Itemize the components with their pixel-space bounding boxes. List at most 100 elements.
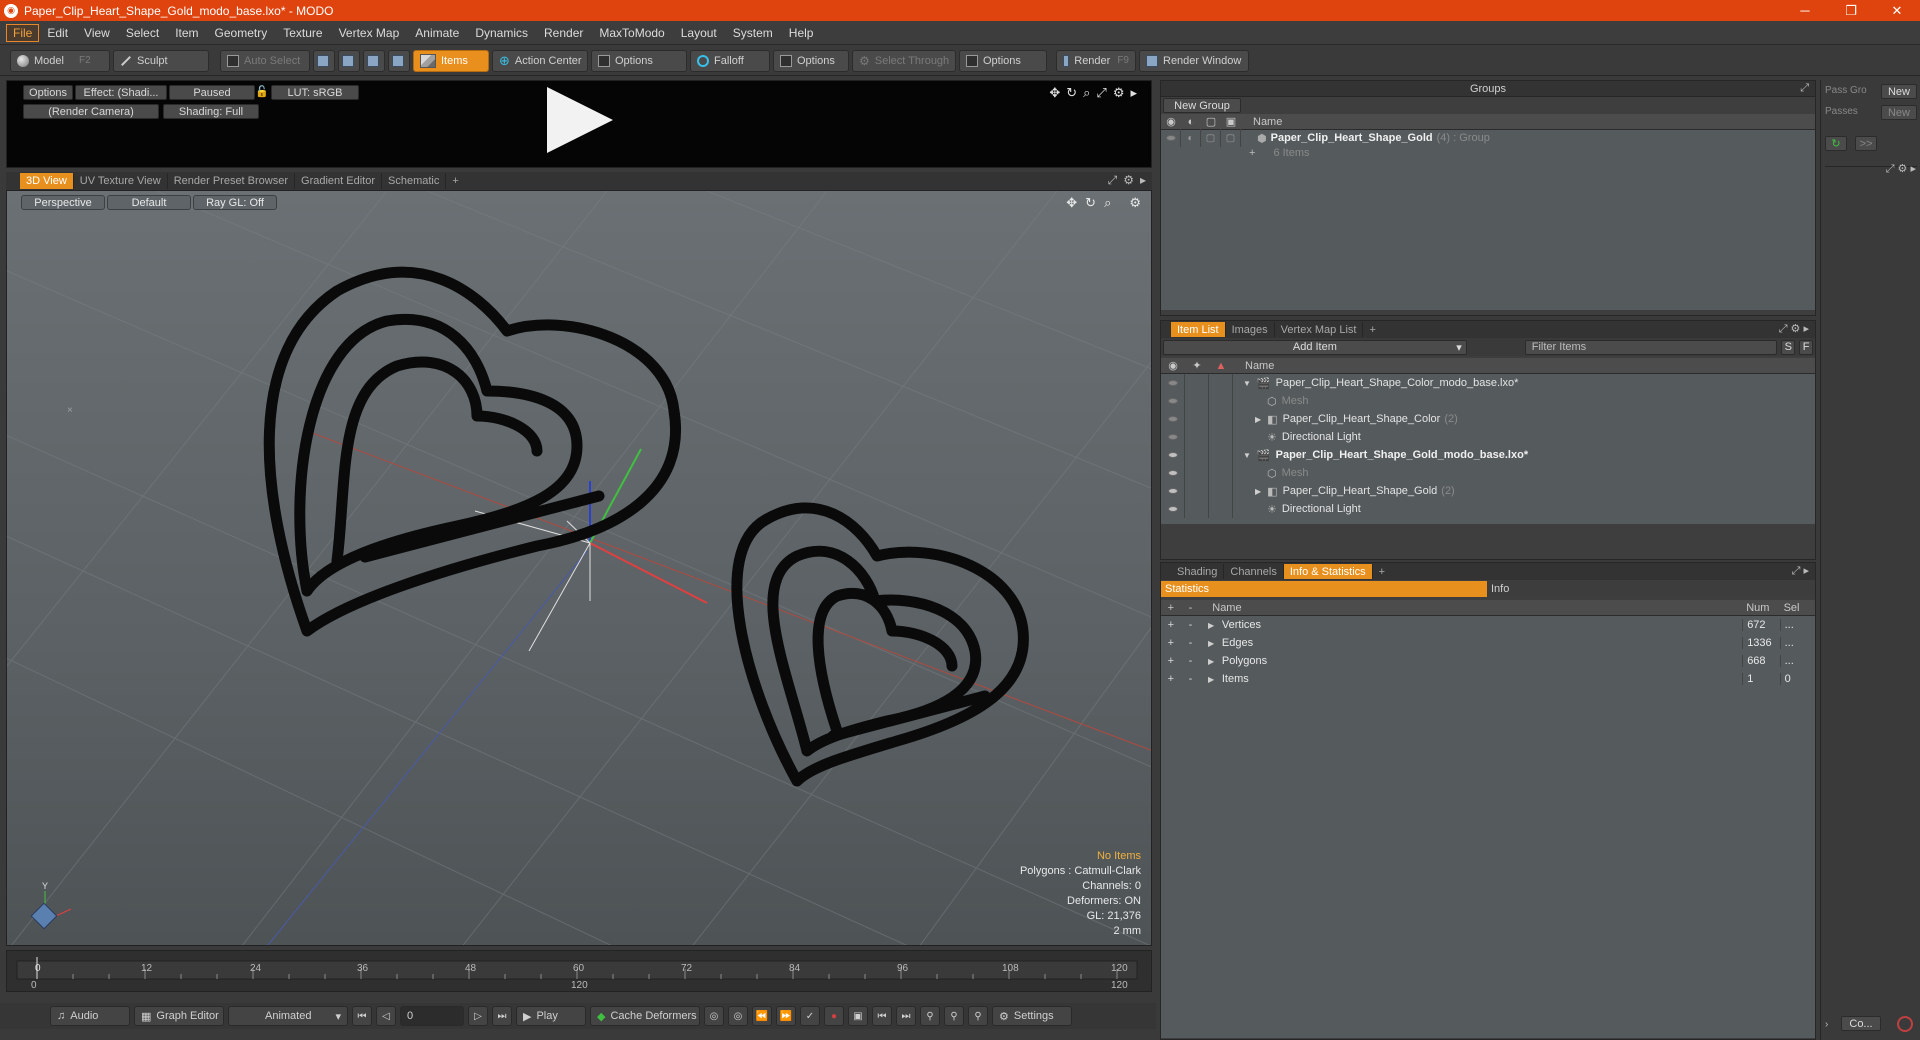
maximize-icon[interactable]: ⤢: [1096, 85, 1106, 101]
new-pass-button[interactable]: New: [1881, 105, 1917, 120]
rotate-icon[interactable]: ↻: [1085, 195, 1096, 211]
key-tool-button[interactable]: ⏩: [776, 1006, 796, 1026]
previous-key-button[interactable]: ◁: [376, 1006, 396, 1026]
falloff-options-button[interactable]: Options: [773, 49, 849, 72]
refresh-icon[interactable]: ↻: [1825, 136, 1847, 151]
expand-arrow-icon[interactable]: ▸: [1130, 85, 1137, 101]
key-tool-button[interactable]: ⏮: [872, 1006, 892, 1026]
menu-dynamics[interactable]: Dynamics: [467, 24, 536, 42]
falloff-button[interactable]: Falloff: [690, 49, 770, 72]
materials-mode-button[interactable]: [388, 49, 410, 72]
remove-icon[interactable]: -: [1181, 673, 1201, 685]
play-button[interactable]: ▶ Play: [516, 1006, 586, 1026]
tab-vertex-map-list[interactable]: Vertex Map List: [1275, 322, 1364, 337]
add-tab-button[interactable]: +: [1373, 564, 1391, 579]
menu-animate[interactable]: Animate: [407, 24, 467, 42]
expand-arrow-icon[interactable]: ▶: [1255, 415, 1261, 424]
add-icon[interactable]: +: [1161, 655, 1181, 667]
raygl-dropdown[interactable]: Ray GL: Off: [193, 195, 277, 210]
item-list-row[interactable]: ▶ ◧ Paper_Clip_Heart_Shape_Color (2): [1161, 410, 1815, 428]
gear-icon[interactable]: ⚙: [1123, 173, 1134, 188]
remove-icon[interactable]: -: [1181, 619, 1201, 631]
sculpt-mode-button[interactable]: Sculpt: [113, 49, 209, 72]
menu-vertex-map[interactable]: Vertex Map: [331, 24, 408, 42]
key-tool-button[interactable]: ⚲: [920, 1006, 940, 1026]
rotate-icon[interactable]: ↻: [1066, 85, 1077, 101]
eye-icon[interactable]: [1167, 506, 1178, 512]
search-option-f-button[interactable]: F: [1799, 339, 1813, 355]
close-button[interactable]: ✕: [1874, 0, 1920, 21]
menu-file[interactable]: File: [6, 23, 40, 42]
gizmo-x-arrow[interactable]: [589, 542, 708, 604]
expand-arrow-icon[interactable]: ›: [1825, 1019, 1828, 1030]
group-row[interactable]: ◐ ▢ ▢ ⬢ Paper_Clip_Heart_Shape_Gold (4) …: [1161, 129, 1815, 147]
items-mode-button[interactable]: Items: [413, 49, 489, 72]
item-list-row[interactable]: ▶ ◧ Paper_Clip_Heart_Shape_Gold (2): [1161, 482, 1815, 500]
animated-dropdown[interactable]: Animated ▾: [228, 1006, 348, 1026]
item-list-row[interactable]: ☀ Directional Light: [1161, 500, 1815, 518]
collapse-arrow-icon[interactable]: ▼: [1243, 379, 1251, 388]
eye-icon[interactable]: [1165, 135, 1176, 141]
maximize-icon[interactable]: ⤢ ⚙ ▸: [1886, 162, 1916, 176]
add-item-dropdown[interactable]: Add Item ▾: [1163, 339, 1467, 355]
gear-icon[interactable]: ⚙: [1129, 195, 1141, 211]
edges-mode-button[interactable]: [338, 49, 360, 72]
collapse-arrow-icon[interactable]: ▼: [1243, 451, 1251, 460]
tab-channels[interactable]: Channels: [1224, 564, 1284, 579]
eye-icon[interactable]: [1167, 470, 1178, 476]
paused-button[interactable]: Paused: [169, 85, 255, 100]
menu-item[interactable]: Item: [167, 24, 206, 42]
add-icon[interactable]: +: [1161, 619, 1181, 631]
key-tool-button[interactable]: ⚲: [944, 1006, 964, 1026]
item-list-row[interactable]: ⬡ Mesh: [1161, 392, 1815, 410]
menu-view[interactable]: View: [76, 24, 118, 42]
menu-layout[interactable]: Layout: [673, 24, 725, 42]
statistics-tab[interactable]: Statistics: [1161, 581, 1487, 597]
maximize-icon[interactable]: ⤢ ▸: [1792, 564, 1809, 578]
record-button[interactable]: ●: [824, 1006, 844, 1026]
expand-arrow-icon[interactable]: ▶: [1200, 657, 1222, 666]
key-tool-button[interactable]: ◎: [704, 1006, 724, 1026]
tab-info-statistics[interactable]: Info & Statistics: [1283, 564, 1373, 579]
expand-arrow-icon[interactable]: ▶: [1200, 621, 1222, 630]
tab-uv-texture-view[interactable]: UV Texture View: [74, 173, 168, 189]
search-option-s-button[interactable]: S: [1781, 339, 1796, 355]
eye-icon[interactable]: [1167, 488, 1178, 494]
3d-viewport[interactable]: Y × Perspective Default Ray GL: Off ✥ ↻ …: [6, 190, 1152, 946]
select-through-button[interactable]: ⚙ Select Through: [852, 49, 956, 72]
preview-options-button[interactable]: Options: [23, 85, 73, 100]
play-icon[interactable]: [547, 87, 613, 153]
select-icon[interactable]: ▢: [1221, 129, 1241, 147]
move-icon[interactable]: ✥: [1066, 195, 1077, 211]
action-center-options-button[interactable]: Options: [591, 49, 687, 72]
maximize-icon[interactable]: ⤢: [1108, 173, 1118, 188]
expand-arrow-icon[interactable]: ▶: [1255, 487, 1261, 496]
eye-icon[interactable]: [1167, 452, 1178, 458]
zoom-icon[interactable]: ⌕: [1104, 195, 1111, 211]
remove-icon[interactable]: -: [1181, 637, 1201, 649]
info-tab[interactable]: Info: [1487, 581, 1815, 597]
perspective-dropdown[interactable]: Perspective: [21, 195, 105, 210]
select-through-options-button[interactable]: Options: [959, 49, 1047, 72]
go-to-start-button[interactable]: ⏮: [352, 1006, 372, 1026]
restore-button[interactable]: ❐: [1828, 0, 1874, 21]
shading-dropdown[interactable]: Shading: Full: [163, 104, 259, 119]
menu-edit[interactable]: Edit: [39, 24, 76, 42]
tab-item-list[interactable]: Item List: [1171, 322, 1226, 337]
tab-images[interactable]: Images: [1226, 322, 1275, 337]
vertices-mode-button[interactable]: [313, 49, 335, 72]
maximize-icon[interactable]: ⤢ ⚙ ▸: [1779, 322, 1809, 336]
lock-icon[interactable]: ▢: [1201, 129, 1221, 147]
table-row[interactable]: + - ▶ Items 1 0: [1161, 670, 1815, 688]
render-button[interactable]: Render F9: [1056, 49, 1136, 72]
add-tab-button[interactable]: +: [1363, 322, 1381, 337]
action-center-button[interactable]: ⊕ Action Center: [492, 49, 588, 72]
polygons-mode-button[interactable]: [363, 49, 385, 72]
default-style-dropdown[interactable]: Default: [107, 195, 191, 210]
gear-icon[interactable]: ⚙: [1113, 85, 1125, 101]
tab-render-preset-browser[interactable]: Render Preset Browser: [168, 173, 296, 189]
table-row[interactable]: + - ▶ Vertices 672 ...: [1161, 616, 1815, 634]
remove-icon[interactable]: -: [1181, 655, 1201, 667]
eye-icon[interactable]: [1167, 380, 1178, 386]
filter-items-input[interactable]: Filter Items: [1524, 339, 1778, 355]
